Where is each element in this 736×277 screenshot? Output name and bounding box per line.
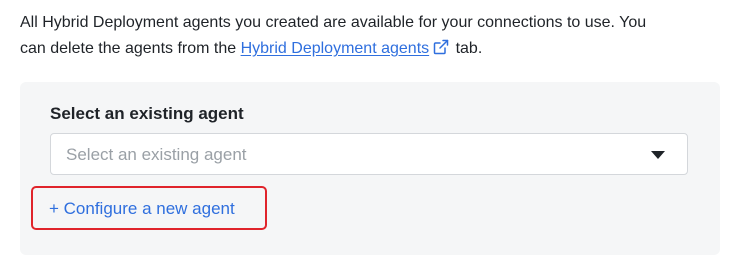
intro-line-2: can delete the agents from the Hybrid De… <box>20 36 720 62</box>
agent-select-placeholder: Select an existing agent <box>66 145 247 164</box>
configure-new-agent-button[interactable]: + Configure a new agent <box>49 199 235 219</box>
hybrid-deployment-agents-link[interactable]: Hybrid Deployment agents <box>241 40 430 57</box>
intro-text: All Hybrid Deployment agents you created… <box>20 10 720 62</box>
intro-line-1: All Hybrid Deployment agents you created… <box>20 14 647 31</box>
intro-line-2-text: can delete the agents from the <box>20 40 241 57</box>
external-link-icon[interactable] <box>433 39 449 55</box>
chevron-down-icon[interactable] <box>651 151 665 159</box>
agent-select-dropdown[interactable]: Select an existing agent <box>50 133 688 175</box>
intro-tab-suffix: tab. <box>451 40 483 57</box>
agent-panel: Select an existing agent Select an exist… <box>20 82 720 255</box>
select-agent-label: Select an existing agent <box>50 104 244 123</box>
